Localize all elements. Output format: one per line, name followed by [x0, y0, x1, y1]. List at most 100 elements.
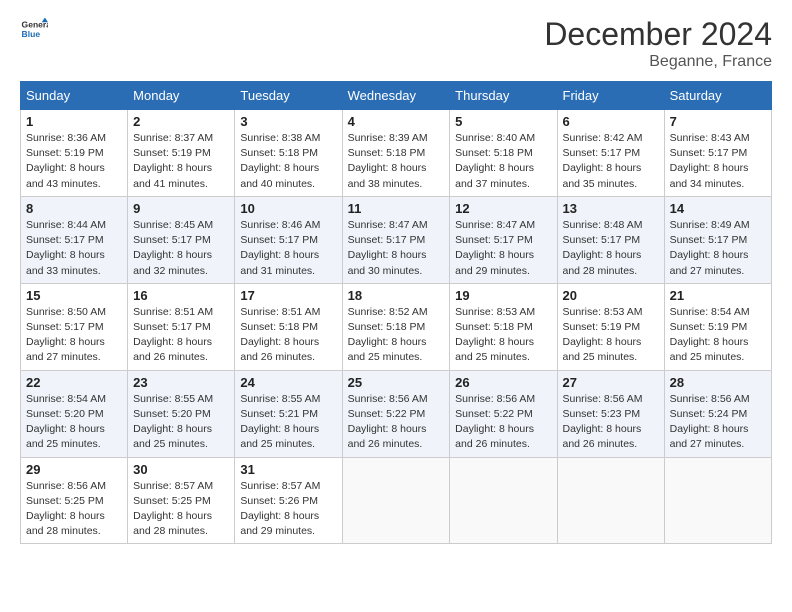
day-detail: Sunrise: 8:45 AM Sunset: 5:17 PM Dayligh… [133, 218, 229, 279]
calendar-cell: 31 Sunrise: 8:57 AM Sunset: 5:26 PM Dayli… [235, 457, 342, 544]
calendar-cell: 8Sunrise: 8:44 AM Sunset: 5:17 PM Daylig… [21, 196, 128, 283]
day-number: 26 [455, 375, 551, 390]
day-number: 21 [670, 288, 766, 303]
calendar-cell: 16 Sunrise: 8:51 AM Sunset: 5:17 PM Dayli… [128, 283, 235, 370]
day-number: 15 [26, 288, 122, 303]
week-row-2: 8Sunrise: 8:44 AM Sunset: 5:17 PM Daylig… [21, 196, 772, 283]
calendar-cell [342, 457, 450, 544]
col-header-friday: Friday [557, 82, 664, 110]
calendar-title: December 2024 [544, 16, 772, 53]
day-number: 5 [455, 114, 551, 129]
day-detail: Sunrise: 8:53 AM Sunset: 5:18 PM Dayligh… [455, 305, 551, 366]
calendar-cell: 25 Sunrise: 8:56 AM Sunset: 5:22 PM Dayli… [342, 370, 450, 457]
calendar-cell: 29 Sunrise: 8:56 AM Sunset: 5:25 PM Dayli… [21, 457, 128, 544]
day-detail: Sunrise: 8:49 AM Sunset: 5:17 PM Dayligh… [670, 218, 766, 279]
calendar-cell: 6 Sunrise: 8:42 AM Sunset: 5:17 PM Daylig… [557, 110, 664, 197]
calendar-cell: 18Sunrise: 8:52 AM Sunset: 5:18 PM Dayli… [342, 283, 450, 370]
calendar-cell: 20 Sunrise: 8:53 AM Sunset: 5:19 PM Dayli… [557, 283, 664, 370]
calendar-cell: 2 Sunrise: 8:37 AM Sunset: 5:19 PM Daylig… [128, 110, 235, 197]
calendar-cell: 3 Sunrise: 8:38 AM Sunset: 5:18 PM Daylig… [235, 110, 342, 197]
day-detail: Sunrise: 8:55 AM Sunset: 5:21 PM Dayligh… [240, 392, 336, 453]
day-detail: Sunrise: 8:40 AM Sunset: 5:18 PM Dayligh… [455, 131, 551, 192]
col-header-tuesday: Tuesday [235, 82, 342, 110]
calendar-cell: 9 Sunrise: 8:45 AM Sunset: 5:17 PM Daylig… [128, 196, 235, 283]
day-detail: Sunrise: 8:42 AM Sunset: 5:17 PM Dayligh… [563, 131, 659, 192]
day-number: 9 [133, 201, 229, 216]
day-number: 2 [133, 114, 229, 129]
day-number: 23 [133, 375, 229, 390]
col-header-wednesday: Wednesday [342, 82, 450, 110]
day-number: 19 [455, 288, 551, 303]
calendar-cell: 13 Sunrise: 8:48 AM Sunset: 5:17 PM Dayli… [557, 196, 664, 283]
day-number: 16 [133, 288, 229, 303]
day-detail: Sunrise: 8:36 AM Sunset: 5:19 PM Dayligh… [26, 131, 122, 192]
day-detail: Sunrise: 8:57 AM Sunset: 5:26 PM Dayligh… [240, 479, 336, 540]
calendar-cell: 24 Sunrise: 8:55 AM Sunset: 5:21 PM Dayli… [235, 370, 342, 457]
day-detail: Sunrise: 8:53 AM Sunset: 5:19 PM Dayligh… [563, 305, 659, 366]
day-number: 12 [455, 201, 551, 216]
calendar-subtitle: Beganne, France [544, 53, 772, 71]
day-number: 14 [670, 201, 766, 216]
day-detail: Sunrise: 8:44 AM Sunset: 5:17 PM Dayligh… [26, 218, 122, 279]
calendar-cell: 1 Sunrise: 8:36 AM Sunset: 5:19 PM Daylig… [21, 110, 128, 197]
day-detail: Sunrise: 8:43 AM Sunset: 5:17 PM Dayligh… [670, 131, 766, 192]
svg-text:Blue: Blue [22, 29, 41, 39]
day-detail: Sunrise: 8:47 AM Sunset: 5:17 PM Dayligh… [348, 218, 445, 279]
title-block: December 2024 Beganne, France [544, 16, 772, 71]
day-number: 1 [26, 114, 122, 129]
calendar-cell: 30Sunrise: 8:57 AM Sunset: 5:25 PM Dayli… [128, 457, 235, 544]
calendar-cell [450, 457, 557, 544]
calendar-cell: 15 Sunrise: 8:50 AM Sunset: 5:17 PM Dayli… [21, 283, 128, 370]
day-detail: Sunrise: 8:57 AM Sunset: 5:25 PM Dayligh… [133, 479, 229, 540]
day-detail: Sunrise: 8:48 AM Sunset: 5:17 PM Dayligh… [563, 218, 659, 279]
day-detail: Sunrise: 8:56 AM Sunset: 5:23 PM Dayligh… [563, 392, 659, 453]
col-header-sunday: Sunday [21, 82, 128, 110]
day-detail: Sunrise: 8:39 AM Sunset: 5:18 PM Dayligh… [348, 131, 445, 192]
day-number: 17 [240, 288, 336, 303]
day-number: 7 [670, 114, 766, 129]
day-detail: Sunrise: 8:51 AM Sunset: 5:17 PM Dayligh… [133, 305, 229, 366]
col-header-saturday: Saturday [664, 82, 771, 110]
calendar-cell: 11Sunrise: 8:47 AM Sunset: 5:17 PM Dayli… [342, 196, 450, 283]
day-detail: Sunrise: 8:55 AM Sunset: 5:20 PM Dayligh… [133, 392, 229, 453]
calendar-cell: 23 Sunrise: 8:55 AM Sunset: 5:20 PM Dayli… [128, 370, 235, 457]
week-row-4: 22Sunrise: 8:54 AM Sunset: 5:20 PM Dayli… [21, 370, 772, 457]
calendar-cell [557, 457, 664, 544]
logo: General Blue [20, 16, 48, 44]
week-row-1: 1 Sunrise: 8:36 AM Sunset: 5:19 PM Daylig… [21, 110, 772, 197]
day-number: 6 [563, 114, 659, 129]
day-detail: Sunrise: 8:54 AM Sunset: 5:20 PM Dayligh… [26, 392, 122, 453]
calendar-cell: 10 Sunrise: 8:46 AM Sunset: 5:17 PM Dayli… [235, 196, 342, 283]
calendar-cell [664, 457, 771, 544]
calendar-cell: 21 Sunrise: 8:54 AM Sunset: 5:19 PM Dayli… [664, 283, 771, 370]
calendar-cell: 27Sunrise: 8:56 AM Sunset: 5:23 PM Dayli… [557, 370, 664, 457]
calendar-table: SundayMondayTuesdayWednesdayThursdayFrid… [20, 81, 772, 544]
day-number: 13 [563, 201, 659, 216]
day-detail: Sunrise: 8:38 AM Sunset: 5:18 PM Dayligh… [240, 131, 336, 192]
day-detail: Sunrise: 8:37 AM Sunset: 5:19 PM Dayligh… [133, 131, 229, 192]
day-number: 24 [240, 375, 336, 390]
day-number: 4 [348, 114, 445, 129]
day-number: 28 [670, 375, 766, 390]
day-detail: Sunrise: 8:50 AM Sunset: 5:17 PM Dayligh… [26, 305, 122, 366]
day-detail: Sunrise: 8:56 AM Sunset: 5:25 PM Dayligh… [26, 479, 122, 540]
calendar-cell: 19 Sunrise: 8:53 AM Sunset: 5:18 PM Dayli… [450, 283, 557, 370]
logo-icon: General Blue [20, 16, 48, 44]
calendar-header-row: SundayMondayTuesdayWednesdayThursdayFrid… [21, 82, 772, 110]
day-number: 25 [348, 375, 445, 390]
day-detail: Sunrise: 8:54 AM Sunset: 5:19 PM Dayligh… [670, 305, 766, 366]
day-detail: Sunrise: 8:56 AM Sunset: 5:22 PM Dayligh… [348, 392, 445, 453]
day-detail: Sunrise: 8:56 AM Sunset: 5:24 PM Dayligh… [670, 392, 766, 453]
day-detail: Sunrise: 8:47 AM Sunset: 5:17 PM Dayligh… [455, 218, 551, 279]
day-detail: Sunrise: 8:51 AM Sunset: 5:18 PM Dayligh… [240, 305, 336, 366]
day-number: 3 [240, 114, 336, 129]
day-number: 10 [240, 201, 336, 216]
day-number: 31 [240, 462, 336, 477]
calendar-cell: 26Sunrise: 8:56 AM Sunset: 5:22 PM Dayli… [450, 370, 557, 457]
day-detail: Sunrise: 8:46 AM Sunset: 5:17 PM Dayligh… [240, 218, 336, 279]
day-number: 29 [26, 462, 122, 477]
calendar-cell: 22Sunrise: 8:54 AM Sunset: 5:20 PM Dayli… [21, 370, 128, 457]
day-detail: Sunrise: 8:52 AM Sunset: 5:18 PM Dayligh… [348, 305, 445, 366]
calendar-cell: 17 Sunrise: 8:51 AM Sunset: 5:18 PM Dayli… [235, 283, 342, 370]
day-number: 20 [563, 288, 659, 303]
